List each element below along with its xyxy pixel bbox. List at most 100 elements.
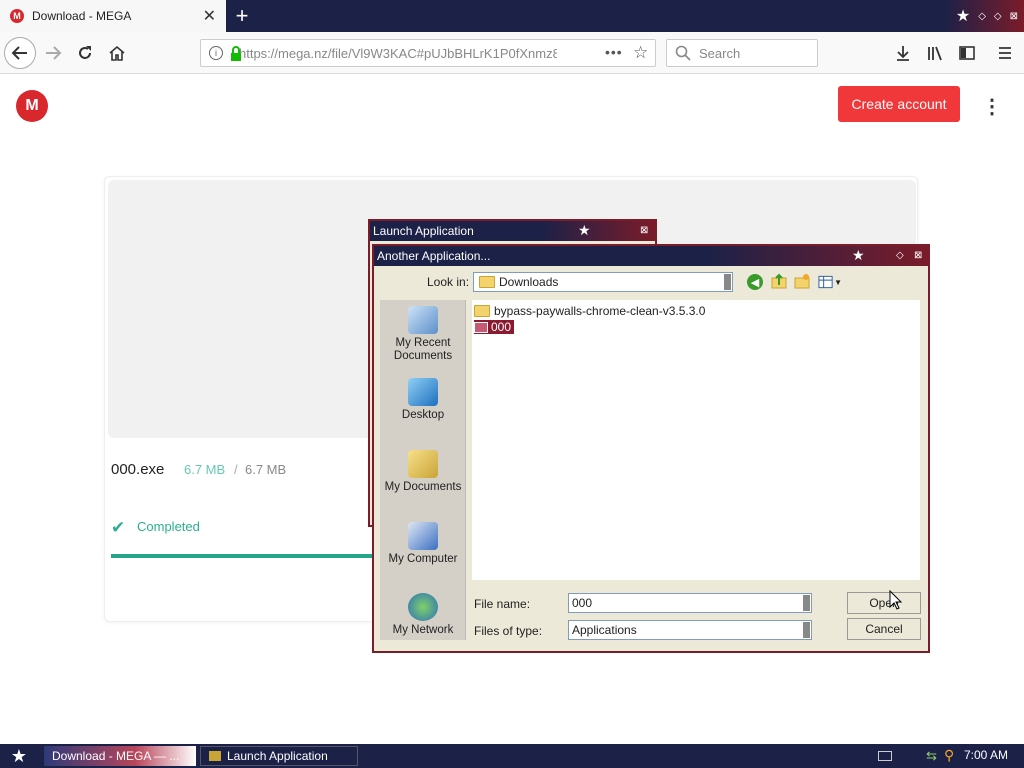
back-green-icon[interactable]: ◀ (747, 274, 763, 290)
place-my-recent-documents[interactable]: My Recent Documents (380, 306, 466, 363)
taskbar-item-label: Download - MEGA — ... (52, 749, 180, 763)
place-label: Desktop (401, 409, 445, 421)
network-tray-icon[interactable]: ⇆ (926, 748, 937, 764)
size-total: 6.7 MB (245, 462, 287, 477)
open-button[interactable]: Open (847, 592, 921, 614)
place-label: My Documents (384, 481, 462, 493)
search-placeholder: Search (699, 45, 741, 61)
place-my-computer[interactable]: My Computer (380, 522, 466, 566)
launch-dialog-close-button[interactable]: ⊠ (640, 225, 648, 236)
star-icon: ★ (955, 8, 971, 25)
sidebar-icon (959, 46, 975, 60)
downloads-button[interactable] (888, 38, 918, 68)
start-button[interactable]: ★ (0, 744, 38, 768)
file-name: 000.exe (111, 461, 165, 478)
home-icon (109, 45, 125, 61)
size-downloaded: 6.7 MB (184, 462, 226, 477)
file-item-selected[interactable]: 000 (474, 320, 515, 334)
forward-button[interactable] (38, 38, 68, 68)
view-menu-icon[interactable]: ▼ (818, 274, 842, 290)
tab-mega-download[interactable]: M Download - MEGA ✕ (0, 0, 226, 32)
search-tray-icon[interactable]: ⚲ (944, 747, 954, 764)
new-tab-button[interactable]: + (230, 2, 254, 30)
close-window-button[interactable]: ⊠ (1010, 11, 1018, 22)
file-item-name: bypass-paywalls-chrome-clean-v3.5.3.0 (494, 304, 706, 318)
tab-strip: M Download - MEGA ✕ + ★ ◇ ◇ ⊠ (0, 0, 1024, 32)
my-computer-icon (408, 522, 438, 550)
taskbar-item-browser[interactable]: Download - MEGA — ... (44, 746, 196, 766)
download-icon (897, 46, 909, 61)
folder-icon (479, 276, 495, 288)
mega-logo[interactable]: M (16, 90, 48, 122)
launch-dialog-titlebar[interactable]: Launch Application (370, 221, 655, 241)
look-in-label: Look in: (427, 275, 470, 289)
tab-close-button[interactable]: ✕ (203, 6, 216, 26)
place-label: My Network (392, 624, 454, 636)
taskbar: ★ Download - MEGA — ... Launch Applicati… (0, 744, 1024, 768)
my-documents-icon (408, 450, 438, 478)
open-dialog-close-button[interactable]: ⊠ (914, 250, 922, 261)
library-button[interactable] (920, 38, 950, 68)
back-arrow-icon (11, 46, 27, 60)
bookmark-star-icon[interactable]: ☆ (633, 43, 648, 63)
maximize-button[interactable]: ◇ (994, 11, 1002, 22)
files-of-type-select[interactable]: Applications (568, 620, 812, 640)
back-button[interactable] (4, 37, 36, 69)
home-button[interactable] (102, 38, 132, 68)
download-status: Completed (137, 519, 200, 534)
file-item-folder[interactable]: bypass-paywalls-chrome-clean-v3.5.3.0 (474, 304, 705, 318)
desktop-icon (408, 378, 438, 406)
new-folder-icon[interactable] (794, 273, 810, 289)
create-account-button[interactable]: Create account (838, 86, 960, 122)
place-my-documents[interactable]: My Documents (380, 450, 466, 494)
mega-favicon-icon: M (10, 9, 24, 23)
folder-icon (474, 305, 490, 317)
files-of-type-dropdown-handle[interactable] (803, 622, 810, 638)
up-folder-icon[interactable] (771, 273, 787, 289)
file-name-dropdown-handle[interactable] (803, 595, 810, 611)
search-icon (675, 45, 691, 61)
lock-icon (231, 46, 241, 61)
window-controls: ★ ◇ ◇ ⊠ (944, 0, 1024, 32)
open-dialog-title: Another Application... (377, 249, 491, 263)
launch-dialog-title: Launch Application (373, 224, 474, 238)
place-label: My Recent Documents (393, 337, 453, 362)
look-in-dropdown[interactable]: Downloads (473, 272, 733, 292)
application-icon (474, 321, 488, 333)
application-icon (209, 751, 221, 761)
sidebar-button[interactable] (952, 38, 982, 68)
open-dialog-titlebar[interactable]: Another Application... (374, 246, 928, 266)
address-bar[interactable]: i https://mega.nz/file/Vl9W3KAC#pUJbBHLr… (200, 39, 656, 67)
open-dialog-maximize-button[interactable]: ◇ (896, 250, 904, 261)
mouse-cursor-icon (889, 590, 903, 610)
checkmark-icon: ✔ (111, 518, 126, 537)
taskbar-item-label: Launch Application (227, 749, 328, 763)
place-my-network[interactable]: My Network (380, 593, 466, 637)
menu-button[interactable] (990, 38, 1020, 68)
file-name-label: File name: (474, 597, 531, 611)
reload-button[interactable] (70, 38, 100, 68)
taskbar-clock[interactable]: 7:00 AM (964, 748, 1008, 762)
hamburger-menu-icon (999, 47, 1011, 59)
recent-documents-icon (408, 306, 438, 334)
star-icon: ★ (578, 222, 591, 238)
search-input[interactable]: Search (666, 39, 818, 67)
dropdown-handle[interactable] (724, 274, 731, 290)
file-item-name: 000 (491, 320, 512, 334)
keyboard-icon[interactable] (878, 751, 892, 761)
place-desktop[interactable]: Desktop (380, 378, 466, 422)
navigation-toolbar: i https://mega.nz/file/Vl9W3KAC#pUJbBHLr… (0, 32, 1024, 74)
my-network-icon (408, 593, 438, 621)
file-name-input[interactable]: 000 (568, 593, 812, 613)
tab-title: Download - MEGA (32, 9, 132, 23)
size-separator: / (234, 462, 238, 477)
info-icon[interactable]: i (209, 46, 223, 60)
taskbar-item-launch-application[interactable]: Launch Application (200, 746, 358, 766)
more-options-icon[interactable]: ⋮ (982, 94, 1002, 118)
url-text: https://mega.nz/file/Vl9W3KAC#pUJbBHLrK1… (239, 45, 557, 61)
reload-icon (79, 46, 91, 59)
minimize-button[interactable]: ◇ (978, 11, 986, 22)
cancel-button[interactable]: Cancel (847, 618, 921, 640)
library-icon (928, 46, 942, 61)
page-actions-icon[interactable]: ••• (605, 44, 623, 60)
